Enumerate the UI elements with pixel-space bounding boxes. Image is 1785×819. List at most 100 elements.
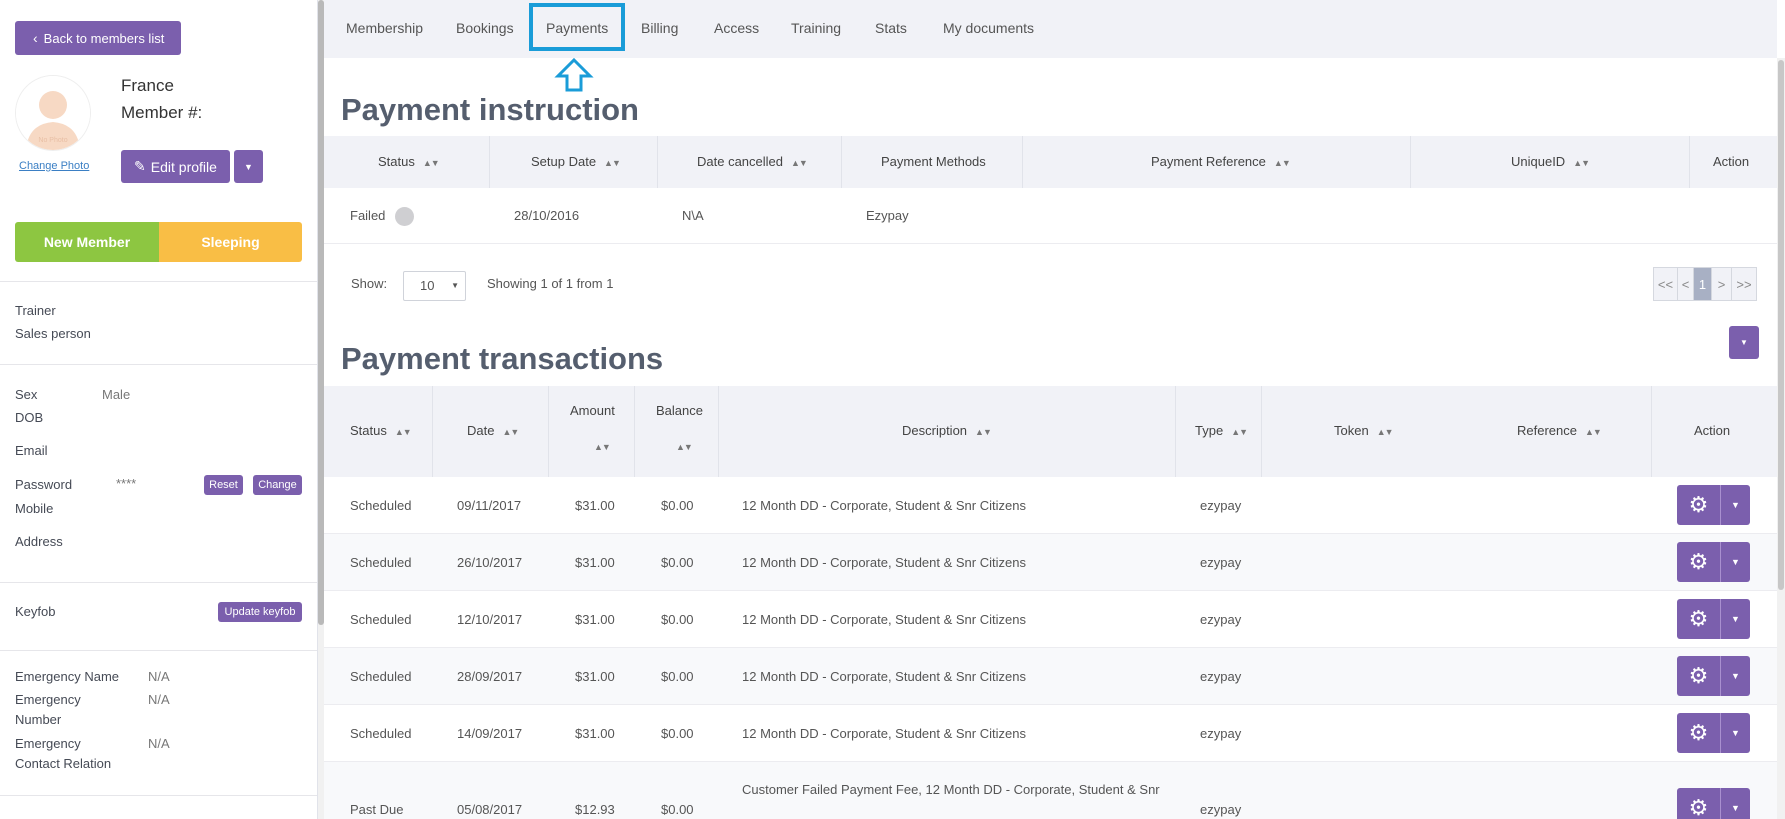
action-dropdown-button[interactable]: ▼ <box>1721 542 1750 582</box>
tab-access[interactable]: Access <box>714 20 759 36</box>
column-separator <box>841 136 842 188</box>
sort-icon: ▲▼ <box>1376 427 1394 437</box>
action-dropdown-button[interactable]: ▼ <box>1721 713 1750 753</box>
settings-gear-button[interactable]: ⚙ <box>1677 656 1721 696</box>
gear-icon: ⚙ <box>1688 720 1709 745</box>
col-tx-token[interactable]: Token ▲▼ <box>1334 423 1394 438</box>
transaction-row: Past Due 05/08/2017 $12.93 $0.00 Custome… <box>324 762 1777 819</box>
col-uniqueid[interactable]: UniqueID ▲▼ <box>1511 154 1590 169</box>
next-page-button[interactable]: > <box>1712 268 1732 300</box>
change-photo-link[interactable]: Change Photo <box>19 160 89 172</box>
column-separator <box>718 386 719 477</box>
emergency-relation-value: N/A <box>148 736 170 751</box>
action-dropdown-button[interactable]: ▼ <box>1721 656 1750 696</box>
avatar-placeholder-icon: No Photo <box>16 76 90 150</box>
main-content: Membership Bookings Payments Billing Acc… <box>324 0 1785 819</box>
main-scrollbar-thumb[interactable] <box>1778 60 1784 590</box>
tx-type: ezypay <box>1200 555 1242 570</box>
caret-down-icon: ▼ <box>1731 500 1740 510</box>
sort-icon[interactable]: ▲▼ <box>676 438 693 453</box>
col-tx-reference[interactable]: Reference ▲▼ <box>1517 423 1602 438</box>
payment-transactions-title: Payment transactions <box>341 341 664 376</box>
tx-action-group: ⚙ ▼ <box>1677 485 1750 525</box>
edit-profile-label: Edit profile <box>150 158 217 175</box>
sort-icon: ▲▼ <box>394 427 412 437</box>
col-status-label: Status <box>378 154 415 169</box>
column-separator <box>634 386 635 477</box>
avatar[interactable]: No Photo <box>16 76 90 150</box>
action-dropdown-button[interactable]: ▼ <box>1721 788 1750 819</box>
caret-down-icon: ▼ <box>1731 614 1740 624</box>
prev-page-button[interactable]: < <box>1678 268 1694 300</box>
change-password-button[interactable]: Change <box>253 475 302 495</box>
tx-action-group: ⚙ ▼ <box>1677 599 1750 639</box>
tab-billing[interactable]: Billing <box>641 20 678 36</box>
gear-icon: ⚙ <box>1688 549 1709 574</box>
sort-icon: ▲▼ <box>1573 158 1590 168</box>
column-separator <box>432 386 433 477</box>
transaction-row: Scheduled 26/10/2017 $31.00 $0.00 12 Mon… <box>324 534 1777 591</box>
column-separator <box>1689 136 1690 188</box>
tx-status: Scheduled <box>350 726 412 741</box>
col-setup-date-label: Setup Date <box>531 154 597 169</box>
col-date-cancelled[interactable]: Date cancelled ▲▼ <box>697 154 808 169</box>
col-tx-type[interactable]: Type ▲▼ <box>1195 423 1248 438</box>
first-page-button[interactable]: << <box>1654 268 1678 300</box>
sort-icon: ▲▼ <box>1584 427 1602 437</box>
col-tx-description[interactable]: Description ▲▼ <box>902 423 992 438</box>
settings-gear-button[interactable]: ⚙ <box>1677 542 1721 582</box>
member-name: France <box>121 76 174 95</box>
col-payment-reference[interactable]: Payment Reference ▲▼ <box>1151 154 1291 169</box>
last-page-button[interactable]: >> <box>1732 268 1756 300</box>
col-tx-amount[interactable]: Amount <box>570 403 615 418</box>
update-keyfob-button[interactable]: Update keyfob <box>218 602 302 622</box>
pagination: << < 1 > >> <box>1653 267 1757 301</box>
back-to-members-button[interactable]: ‹ Back to members list <box>15 21 181 55</box>
tab-training[interactable]: Training <box>791 20 841 36</box>
gear-icon: ⚙ <box>1688 795 1709 819</box>
tx-date: 09/11/2017 <box>457 498 522 513</box>
caret-down-icon: ▼ <box>1731 557 1740 567</box>
column-separator <box>489 136 490 188</box>
tab-bookings[interactable]: Bookings <box>456 20 514 36</box>
edit-profile-button[interactable]: ✎ Edit profile <box>121 150 230 183</box>
password-value: **** <box>116 476 137 491</box>
settings-gear-button[interactable]: ⚙ <box>1677 788 1721 819</box>
instruction-date-cancelled: N\A <box>682 208 704 223</box>
page-size-select[interactable]: 10 ▼ <box>403 271 466 301</box>
tab-membership[interactable]: Membership <box>346 20 423 36</box>
column-separator <box>1022 136 1023 188</box>
tx-date: 28/09/2017 <box>457 669 523 684</box>
new-member-status[interactable]: New Member <box>15 222 159 262</box>
col-tx-balance[interactable]: Balance <box>656 403 703 418</box>
col-tx-date[interactable]: Date ▲▼ <box>467 423 519 438</box>
page-1-button[interactable]: 1 <box>1694 268 1712 300</box>
tx-status: Scheduled <box>350 555 412 570</box>
sleeping-status[interactable]: Sleeping <box>159 222 302 262</box>
sort-icon[interactable]: ▲▼ <box>594 438 611 453</box>
profile-menu-dropdown-button[interactable]: ▼ <box>234 150 263 183</box>
tab-stats[interactable]: Stats <box>875 20 907 36</box>
tab-my-documents[interactable]: My documents <box>943 20 1034 36</box>
tx-action-group: ⚙ ▼ <box>1677 713 1750 753</box>
action-dropdown-button[interactable]: ▼ <box>1721 599 1750 639</box>
show-label: Show: <box>351 276 388 291</box>
sort-icon: ▲▼ <box>502 427 519 437</box>
settings-gear-button[interactable]: ⚙ <box>1677 599 1721 639</box>
col-tx-date-label: Date <box>467 423 495 438</box>
tx-description: 12 Month DD - Corporate, Student & Snr C… <box>742 498 1026 513</box>
settings-gear-button[interactable]: ⚙ <box>1677 485 1721 525</box>
member-number-label: Member #: <box>121 103 203 122</box>
transactions-options-dropdown[interactable]: ▼ <box>1729 326 1759 359</box>
action-dropdown-button[interactable]: ▼ <box>1721 485 1750 525</box>
settings-gear-button[interactable]: ⚙ <box>1677 713 1721 753</box>
instruction-status: Failed <box>350 208 386 223</box>
col-setup-date[interactable]: Setup Date ▲▼ <box>531 154 621 169</box>
tx-date: 14/09/2017 <box>457 726 523 741</box>
caret-down-icon: ▼ <box>1731 728 1740 738</box>
reset-password-button[interactable]: Reset <box>204 475 243 495</box>
col-status[interactable]: Status ▲▼ <box>378 154 440 169</box>
back-button-label: Back to members list <box>43 30 165 46</box>
tx-status: Scheduled <box>350 669 412 684</box>
col-tx-status[interactable]: Status ▲▼ <box>350 423 412 438</box>
